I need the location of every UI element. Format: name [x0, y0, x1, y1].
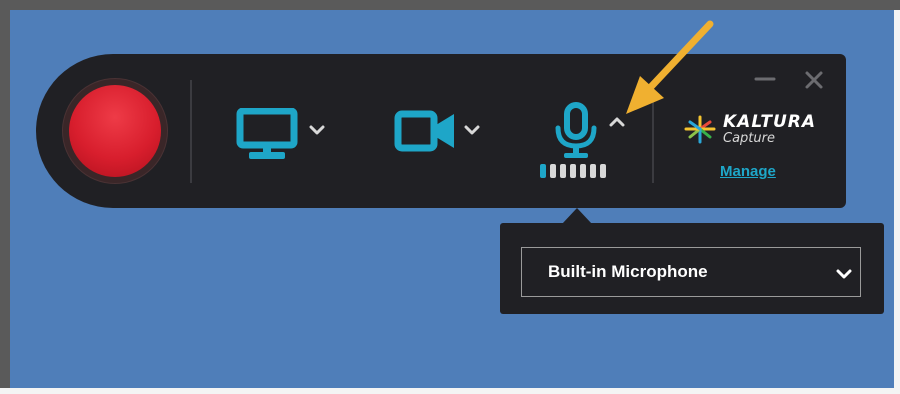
screen-chevron-down-icon[interactable]	[309, 124, 325, 136]
microphone-device-select[interactable]: Built-in Microphone	[521, 247, 861, 297]
level-bar	[580, 164, 586, 178]
brand-subtitle: Capture	[723, 131, 775, 146]
level-bar	[560, 164, 566, 178]
brand-name: KALTURA	[723, 112, 816, 132]
camera-chevron-down-icon[interactable]	[464, 124, 480, 136]
level-bar	[600, 164, 606, 178]
frame-right-margin	[894, 10, 900, 394]
frame-bottom-margin	[0, 388, 900, 394]
frame-left-border	[0, 0, 10, 394]
monitor-icon[interactable]	[236, 108, 298, 160]
popup-pointer	[562, 208, 592, 224]
record-button[interactable]	[69, 85, 161, 177]
level-bar	[590, 164, 596, 178]
microphone-icon[interactable]	[553, 102, 599, 160]
level-bar	[540, 164, 546, 178]
toolbar-divider	[190, 80, 192, 183]
level-bar	[550, 164, 556, 178]
manage-link[interactable]: Manage	[720, 163, 776, 180]
level-bar	[570, 164, 576, 178]
video-camera-icon[interactable]	[394, 110, 458, 154]
frame-top-border	[0, 0, 900, 10]
chevron-down-icon	[836, 269, 852, 279]
annotation-arrow	[626, 20, 714, 114]
close-icon[interactable]	[804, 70, 824, 90]
minimize-icon[interactable]	[754, 74, 776, 84]
microphone-device-value: Built-in Microphone	[548, 262, 708, 281]
